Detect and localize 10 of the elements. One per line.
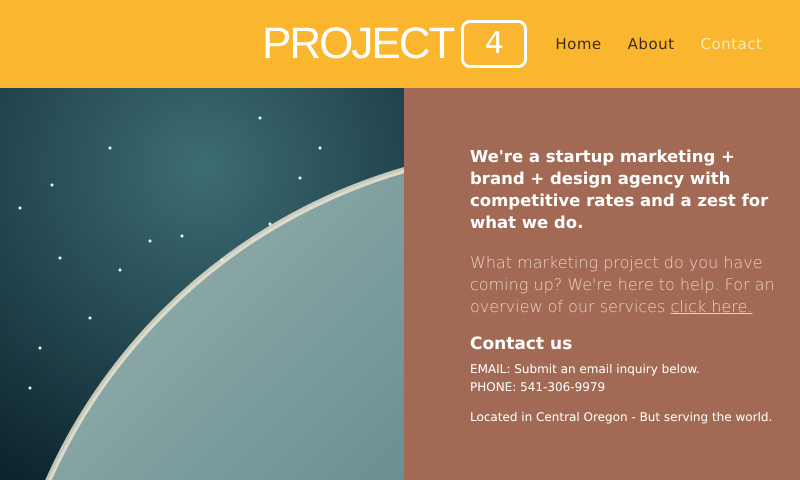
headline: We're a startup marketing + brand + design agency with competitive rates and a zest for what we do. xyxy=(470,146,770,234)
logo-number-badge: 4 xyxy=(461,20,528,68)
logo-text: PROJECT xyxy=(262,18,454,70)
phone-line: PHONE: 541-306-9979 xyxy=(470,379,606,396)
intro-paragraph: What marketing project do you have coming up? We're here to help. For an overview of our services click here. xyxy=(470,252,776,318)
location-line: Located in Central Oregon - But serving the world. xyxy=(470,409,774,426)
contact-heading: Contact us xyxy=(470,334,574,354)
email-line: EMAIL: Submit an email inquiry below. xyxy=(470,361,701,378)
nav-link[interactable]: About xyxy=(628,35,675,53)
nav-link[interactable]: Home xyxy=(555,35,602,53)
